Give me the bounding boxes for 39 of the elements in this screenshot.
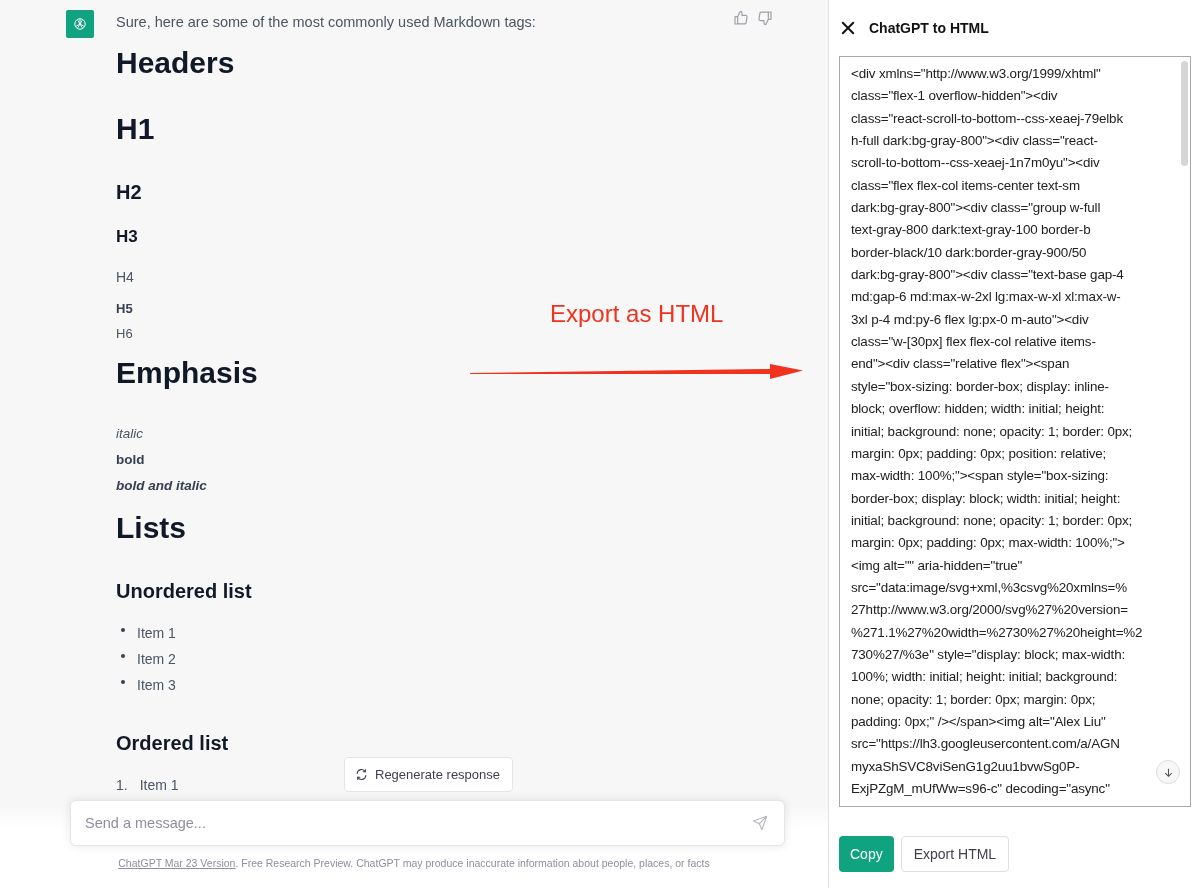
annotation-text: Export as HTML xyxy=(550,300,724,328)
heading: Headers xyxy=(116,45,235,81)
scroll-down-button[interactable] xyxy=(1156,760,1180,784)
heading: H3 xyxy=(116,226,138,248)
list-number: 1. xyxy=(116,777,128,793)
list-item: Item 1 xyxy=(139,777,179,793)
bullet-icon xyxy=(121,628,125,632)
emphasis-text: bold xyxy=(116,451,145,469)
heading: H5 xyxy=(116,300,133,318)
heading: H2 xyxy=(116,180,142,205)
heading: H6 xyxy=(116,325,133,343)
heading: Emphasis xyxy=(116,355,258,391)
heading: Lists xyxy=(116,510,187,546)
heading: H1 xyxy=(116,111,155,147)
refresh-icon xyxy=(355,768,368,781)
regenerate-button[interactable]: Regenerate response xyxy=(344,757,514,792)
list-item: Item 1 xyxy=(137,625,176,641)
emphasis-text: italic xyxy=(116,425,143,443)
heading: Unordered list xyxy=(116,579,252,604)
bullet-icon xyxy=(121,654,125,658)
export-button[interactable]: Export HTML xyxy=(900,836,1010,872)
thumbs-down-icon[interactable] xyxy=(757,10,773,26)
emphasis-text: bold and italic xyxy=(116,477,207,495)
heading: H4 xyxy=(116,268,134,287)
footer-text: ChatGPT Mar 23 Version. Free Research Preview. ChatGPT may produce inaccurate information about people, places, or facts xyxy=(117,857,711,869)
message-input[interactable]: Send a message... xyxy=(70,800,785,846)
heading: Ordered list xyxy=(116,731,229,756)
thumbs-up-icon[interactable] xyxy=(733,10,749,26)
scrollbar-thumb[interactable] xyxy=(1181,61,1188,166)
close-icon xyxy=(839,19,857,37)
bullet-icon xyxy=(121,680,125,684)
panel-title: ChatGPT to HTML xyxy=(869,20,989,36)
close-button[interactable] xyxy=(839,19,857,37)
code-textarea[interactable] xyxy=(839,56,1191,807)
list-item: Item 2 xyxy=(137,651,176,667)
send-icon[interactable] xyxy=(752,815,768,831)
message-text: Sure, here are some of the most commonly used Markdown tags: xyxy=(116,13,536,32)
code-text: <div xmlns="http://www.w3.org/1999/xhtml" class="flex-1 overflow-hidden"><div class="react-scroll-to-bottom--css-xeaej-79elbk h-full dark:bg-gray-800"><div class="react- scroll-to-bottom--css-xeaej-1n7m0yu"><div class="flex flex-col items-center text-sm dark:bg-gray-800"><div class="group w-full text-gray-800 dark:text-gray-100 border-b border-black/10 dark:border-gray-900/50 dark:bg-gray-800"><div class="text-base gap-4 md:gap-6 md:max-w-2xl lg:max-w-xl xl:max-w- 3xl p-4 md:py-6 flex lg:px-0 m-auto"><div class="w-[30px] flex flex-col relative items- end"><div class="relative flex"><span style="box-sizing: border-box; display: inline- block; overflow: hidden; width: initial; height: initial; background: none; opacity: 1; border: 0px; margin: 0px; padding: 0px; position: relative; max-width: 100%;"><span style="box-sizing: border-box; display: block; width: initial; height: initial; background: none; opacity: 1; border: 0px; margin: 0px; padding: 0px; max-width: 100%;"> <img alt="" aria-hidden="true" src="data:image/svg+xml,%3csvg%20xmlns=% 27http://www.w3.org/2000/svg%27%20version= %271.1%27%20width=%2730%27%20height=%2 730%27/%3e" style="display: block; max-width: 100%; width: initial; height: initial; background: none; opacity: 1; border: 0px; margin: 0px; padding: 0px;" /></span><img alt="Alex Liu" src="https://lh3.googleusercontent.com/a/AGN myxaShSVC8viSenG1g2uu1bvwSg0P- ExjPZgM_mUfWw=s96-c" decoding="async" xyxy=(850,65,1143,798)
list-item: Item 3 xyxy=(137,677,176,693)
